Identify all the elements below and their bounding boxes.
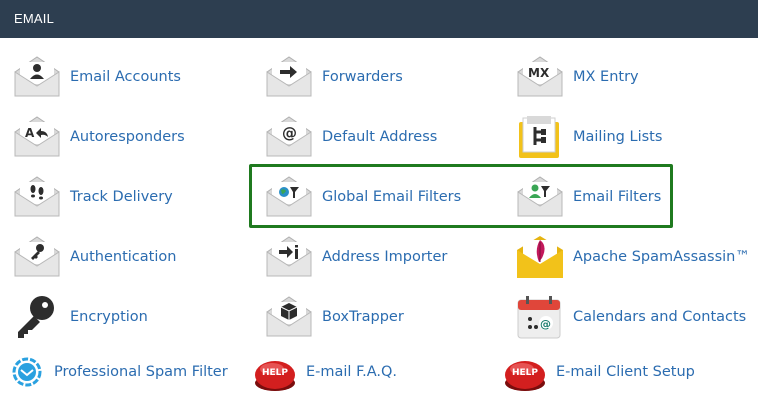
envelope-mx-icon: MX [515,52,565,102]
calendar-icon: @ [515,292,565,342]
encryption-link[interactable]: Encryption [12,292,148,342]
address-importer-link[interactable]: Address Importer [264,232,447,282]
mx-entry-label: MX Entry [573,69,639,85]
boxtrapper-label: BoxTrapper [322,309,404,325]
envelope-footprints-icon [12,172,62,222]
section-title: EMAIL [14,11,55,26]
forwarders-link[interactable]: Forwarders [264,52,403,102]
envelope-box-icon [264,292,314,342]
email-accounts-link[interactable]: Email Accounts [12,52,181,102]
svg-text:@: @ [282,124,297,142]
default-address-link[interactable]: @ Default Address [264,112,437,162]
mailing-lists-link[interactable]: Mailing Lists [515,112,662,162]
envelope-at-icon: @ [264,112,314,162]
mailing-lists-label: Mailing Lists [573,129,663,145]
track-delivery-link[interactable]: Track Delivery [12,172,173,222]
mailing-list-icon [515,112,565,162]
envelope-import-icon [264,232,314,282]
boxtrapper-link[interactable]: BoxTrapper [264,292,404,342]
svg-text:@: @ [540,318,551,331]
email-faq-link[interactable]: HELP E-mail F.A.Q. [252,347,397,397]
autoresponders-label: Autoresponders [70,129,185,145]
email-accounts-label: Email Accounts [70,69,181,85]
calendars-and-contacts-link[interactable]: @ Calendars and Contacts [515,292,746,342]
authentication-label: Authentication [70,249,177,265]
help-text: HELP [512,368,538,378]
mx-text: MX [528,66,550,80]
address-importer-label: Address Importer [322,249,448,265]
default-address-label: Default Address [322,129,438,145]
apache-spamassassin-link[interactable]: Apache SpamAssassin™ [515,232,750,282]
help-button-icon: HELP [502,347,548,397]
envelope-user-icon [12,52,62,102]
email-client-setup-label: E-mail Client Setup [556,364,695,380]
track-delivery-label: Track Delivery [70,189,173,205]
mx-entry-link[interactable]: MX MX Entry [515,52,639,102]
envelope-key-icon [12,232,62,282]
envelope-arrow-icon [264,52,314,102]
filters-highlight-box [249,164,673,228]
help-text: HELP [262,368,288,378]
email-faq-label: E-mail F.A.Q. [306,364,397,380]
envelope-feather-icon [515,232,565,282]
apache-spamassassin-label: Apache SpamAssassin™ [573,249,750,265]
professional-spam-filter-label: Professional Spam Filter [54,364,228,380]
help-button-icon: HELP [252,347,298,397]
forwarders-label: Forwarders [322,69,403,85]
key-icon [12,292,62,342]
encryption-label: Encryption [70,309,148,325]
calendars-and-contacts-label: Calendars and Contacts [573,309,747,325]
authentication-link[interactable]: Authentication [12,232,176,282]
professional-spam-filter-link[interactable]: Professional Spam Filter [12,347,228,397]
email-section-header: EMAIL [0,0,758,38]
envelope-reply-icon: A [12,112,62,162]
autoresponders-link[interactable]: A Autoresponders [12,112,185,162]
email-client-setup-link[interactable]: HELP E-mail Client Setup [502,347,695,397]
spam-filter-icon [12,347,46,397]
svg-text:A: A [25,126,35,140]
